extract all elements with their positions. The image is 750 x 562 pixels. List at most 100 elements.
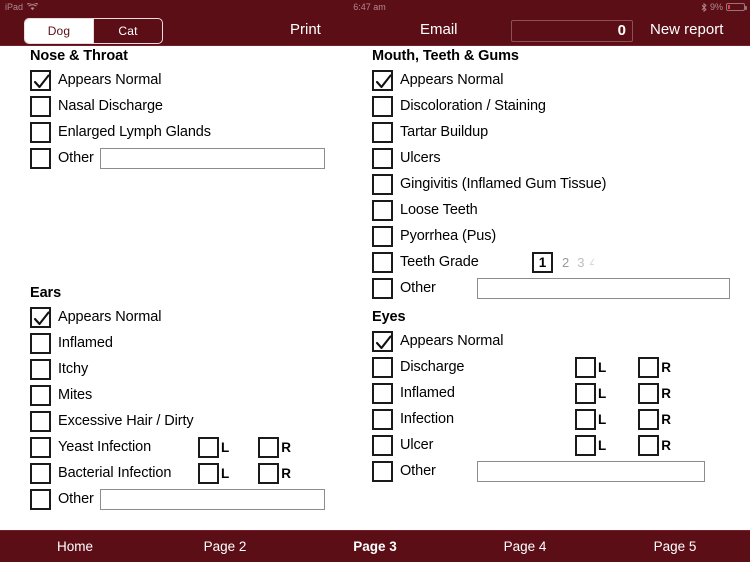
checkbox-ears-yeast-infection[interactable] — [30, 436, 51, 458]
row-eyes-inflamed[interactable]: Inflamed L R — [372, 380, 732, 406]
tab-page-3[interactable]: Page 3 — [300, 539, 450, 554]
checkbox-eyes-appears-normal[interactable] — [372, 330, 393, 352]
teeth-grade-picker[interactable]: 1 2 3 4 — [532, 251, 594, 273]
lr-item-eyes-discharge-right[interactable]: R — [638, 356, 671, 378]
lr-item-eyes-inflamed-left[interactable]: L — [575, 382, 606, 404]
row-mouth-pyorrhea[interactable]: Pyorrhea (Pus) — [372, 223, 732, 249]
checkbox-mouth-discoloration-staining[interactable] — [372, 95, 393, 117]
checkbox-ears-yeast-left[interactable] — [198, 436, 219, 458]
lr-item-eyes-infection-right[interactable]: R — [638, 408, 671, 430]
row-nose-enlarged-lymph-glands[interactable]: Enlarged Lymph Glands — [30, 119, 360, 145]
input-nose-other[interactable] — [99, 147, 325, 169]
input-ears-other[interactable] — [99, 488, 325, 510]
row-ears-excessive-hair-dirty[interactable]: Excessive Hair / Dirty — [30, 408, 360, 434]
row-mouth-discoloration-staining[interactable]: Discoloration / Staining — [372, 93, 732, 119]
checkbox-ears-bacterial-right[interactable] — [258, 462, 280, 484]
row-mouth-loose-teeth[interactable]: Loose Teeth — [372, 197, 732, 223]
tab-home[interactable]: Home — [0, 539, 150, 554]
lr-item-ears-bacterial-left[interactable]: L — [198, 462, 229, 484]
checkbox-eyes-infection[interactable] — [372, 408, 393, 430]
tab-page-4[interactable]: Page 4 — [450, 539, 600, 554]
checkbox-ears-excessive-hair-dirty[interactable] — [30, 410, 51, 432]
checkbox-eyes-ulcer-left[interactable] — [575, 434, 596, 456]
checkbox-eyes-discharge-right[interactable] — [638, 356, 660, 378]
row-ears-appears-normal[interactable]: Appears Normal — [30, 304, 360, 330]
checkbox-eyes-discharge[interactable] — [372, 356, 393, 378]
checkbox-eyes-ulcer-right[interactable] — [638, 434, 660, 456]
checkbox-ears-inflamed[interactable] — [30, 332, 51, 354]
checkbox-eyes-discharge-left[interactable] — [575, 356, 596, 378]
teeth-grade-option-3[interactable]: 3 — [577, 255, 584, 270]
checkbox-mouth-appears-normal[interactable] — [372, 69, 393, 91]
input-mouth-other[interactable] — [476, 277, 730, 299]
checkbox-eyes-infection-right[interactable] — [638, 408, 660, 430]
checkbox-eyes-inflamed-right[interactable] — [638, 382, 660, 404]
tab-page-2[interactable]: Page 2 — [150, 539, 300, 554]
print-button[interactable]: Print — [290, 21, 321, 38]
tab-page-5[interactable]: Page 5 — [600, 539, 750, 554]
lr-item-ears-bacterial-right[interactable]: R — [258, 462, 291, 484]
row-ears-yeast-infection[interactable]: Yeast Infection L R — [30, 434, 360, 460]
lr-item-eyes-inflamed-right[interactable]: R — [638, 382, 671, 404]
segment-dog[interactable]: Dog — [25, 19, 93, 43]
input-eyes-other[interactable] — [476, 460, 705, 482]
lr-item-ears-yeast-right[interactable]: R — [258, 436, 291, 458]
checkbox-ears-yeast-right[interactable] — [258, 436, 280, 458]
teeth-grade-option-2[interactable]: 2 — [562, 255, 569, 270]
checkbox-eyes-ulcer[interactable] — [372, 434, 393, 456]
row-eyes-ulcer[interactable]: Ulcer L R — [372, 432, 732, 458]
checkbox-mouth-teeth-grade[interactable] — [372, 251, 393, 273]
checkbox-ears-mites[interactable] — [30, 384, 51, 406]
segment-cat[interactable]: Cat — [93, 19, 162, 43]
teeth-grade-selected[interactable]: 1 — [532, 251, 553, 273]
label-mouth-ulcers: Ulcers — [400, 150, 441, 166]
checkbox-ears-other[interactable] — [30, 488, 51, 510]
checkbox-mouth-other[interactable] — [372, 277, 393, 299]
checkbox-eyes-inflamed[interactable] — [372, 382, 393, 404]
row-ears-itchy[interactable]: Itchy — [30, 356, 360, 382]
row-eyes-infection[interactable]: Infection L R — [372, 406, 732, 432]
checkbox-ears-bacterial-left[interactable] — [198, 462, 219, 484]
checkbox-nose-appears-normal[interactable] — [30, 69, 51, 91]
row-mouth-gingivitis[interactable]: Gingivitis (Inflamed Gum Tissue) — [372, 171, 732, 197]
species-segmented-control[interactable]: Dog Cat — [24, 18, 163, 44]
row-mouth-other[interactable]: Other — [372, 275, 732, 301]
row-ears-mites[interactable]: Mites — [30, 382, 360, 408]
checkbox-eyes-inflamed-left[interactable] — [575, 382, 596, 404]
checkbox-mouth-tartar-buildup[interactable] — [372, 121, 393, 143]
row-mouth-tartar-buildup[interactable]: Tartar Buildup — [372, 119, 732, 145]
lr-item-eyes-ulcer-right[interactable]: R — [638, 434, 671, 456]
row-mouth-ulcers[interactable]: Ulcers — [372, 145, 732, 171]
checkbox-ears-itchy[interactable] — [30, 358, 51, 380]
new-report-button[interactable]: New report — [650, 21, 723, 38]
lr-item-eyes-infection-left[interactable]: L — [575, 408, 606, 430]
checkbox-ears-bacterial-infection[interactable] — [30, 462, 51, 484]
row-mouth-teeth-grade[interactable]: Teeth Grade 1 2 3 4 — [372, 249, 732, 275]
row-ears-inflamed[interactable]: Inflamed — [30, 330, 360, 356]
checkbox-eyes-other[interactable] — [372, 460, 393, 482]
row-eyes-appears-normal[interactable]: Appears Normal — [372, 328, 732, 354]
row-eyes-discharge[interactable]: Discharge L R — [372, 354, 732, 380]
checkbox-eyes-infection-left[interactable] — [575, 408, 596, 430]
checkbox-mouth-pyorrhea[interactable] — [372, 225, 393, 247]
checkbox-mouth-ulcers[interactable] — [372, 147, 393, 169]
row-mouth-appears-normal[interactable]: Appears Normal — [372, 67, 732, 93]
report-counter-field[interactable]: 0 — [511, 20, 633, 42]
row-nose-appears-normal[interactable]: Appears Normal — [30, 67, 360, 93]
checkbox-nose-nasal-discharge[interactable] — [30, 95, 51, 117]
lr-item-eyes-discharge-left[interactable]: L — [575, 356, 606, 378]
email-button[interactable]: Email — [420, 21, 458, 38]
row-nose-nasal-discharge[interactable]: Nasal Discharge — [30, 93, 360, 119]
row-eyes-other[interactable]: Other — [372, 458, 732, 484]
checkbox-nose-other[interactable] — [30, 147, 51, 169]
lr-item-eyes-ulcer-left[interactable]: L — [575, 434, 606, 456]
row-nose-other[interactable]: Other — [30, 145, 360, 171]
checkbox-nose-enlarged-lymph-glands[interactable] — [30, 121, 51, 143]
row-ears-other[interactable]: Other — [30, 486, 360, 512]
checkbox-mouth-loose-teeth[interactable] — [372, 199, 393, 221]
lr-item-ears-yeast-left[interactable]: L — [198, 436, 229, 458]
teeth-grade-option-4[interactable]: 4 — [589, 255, 594, 270]
row-ears-bacterial-infection[interactable]: Bacterial Infection L R — [30, 460, 360, 486]
checkbox-ears-appears-normal[interactable] — [30, 306, 51, 328]
checkbox-mouth-gingivitis[interactable] — [372, 173, 393, 195]
